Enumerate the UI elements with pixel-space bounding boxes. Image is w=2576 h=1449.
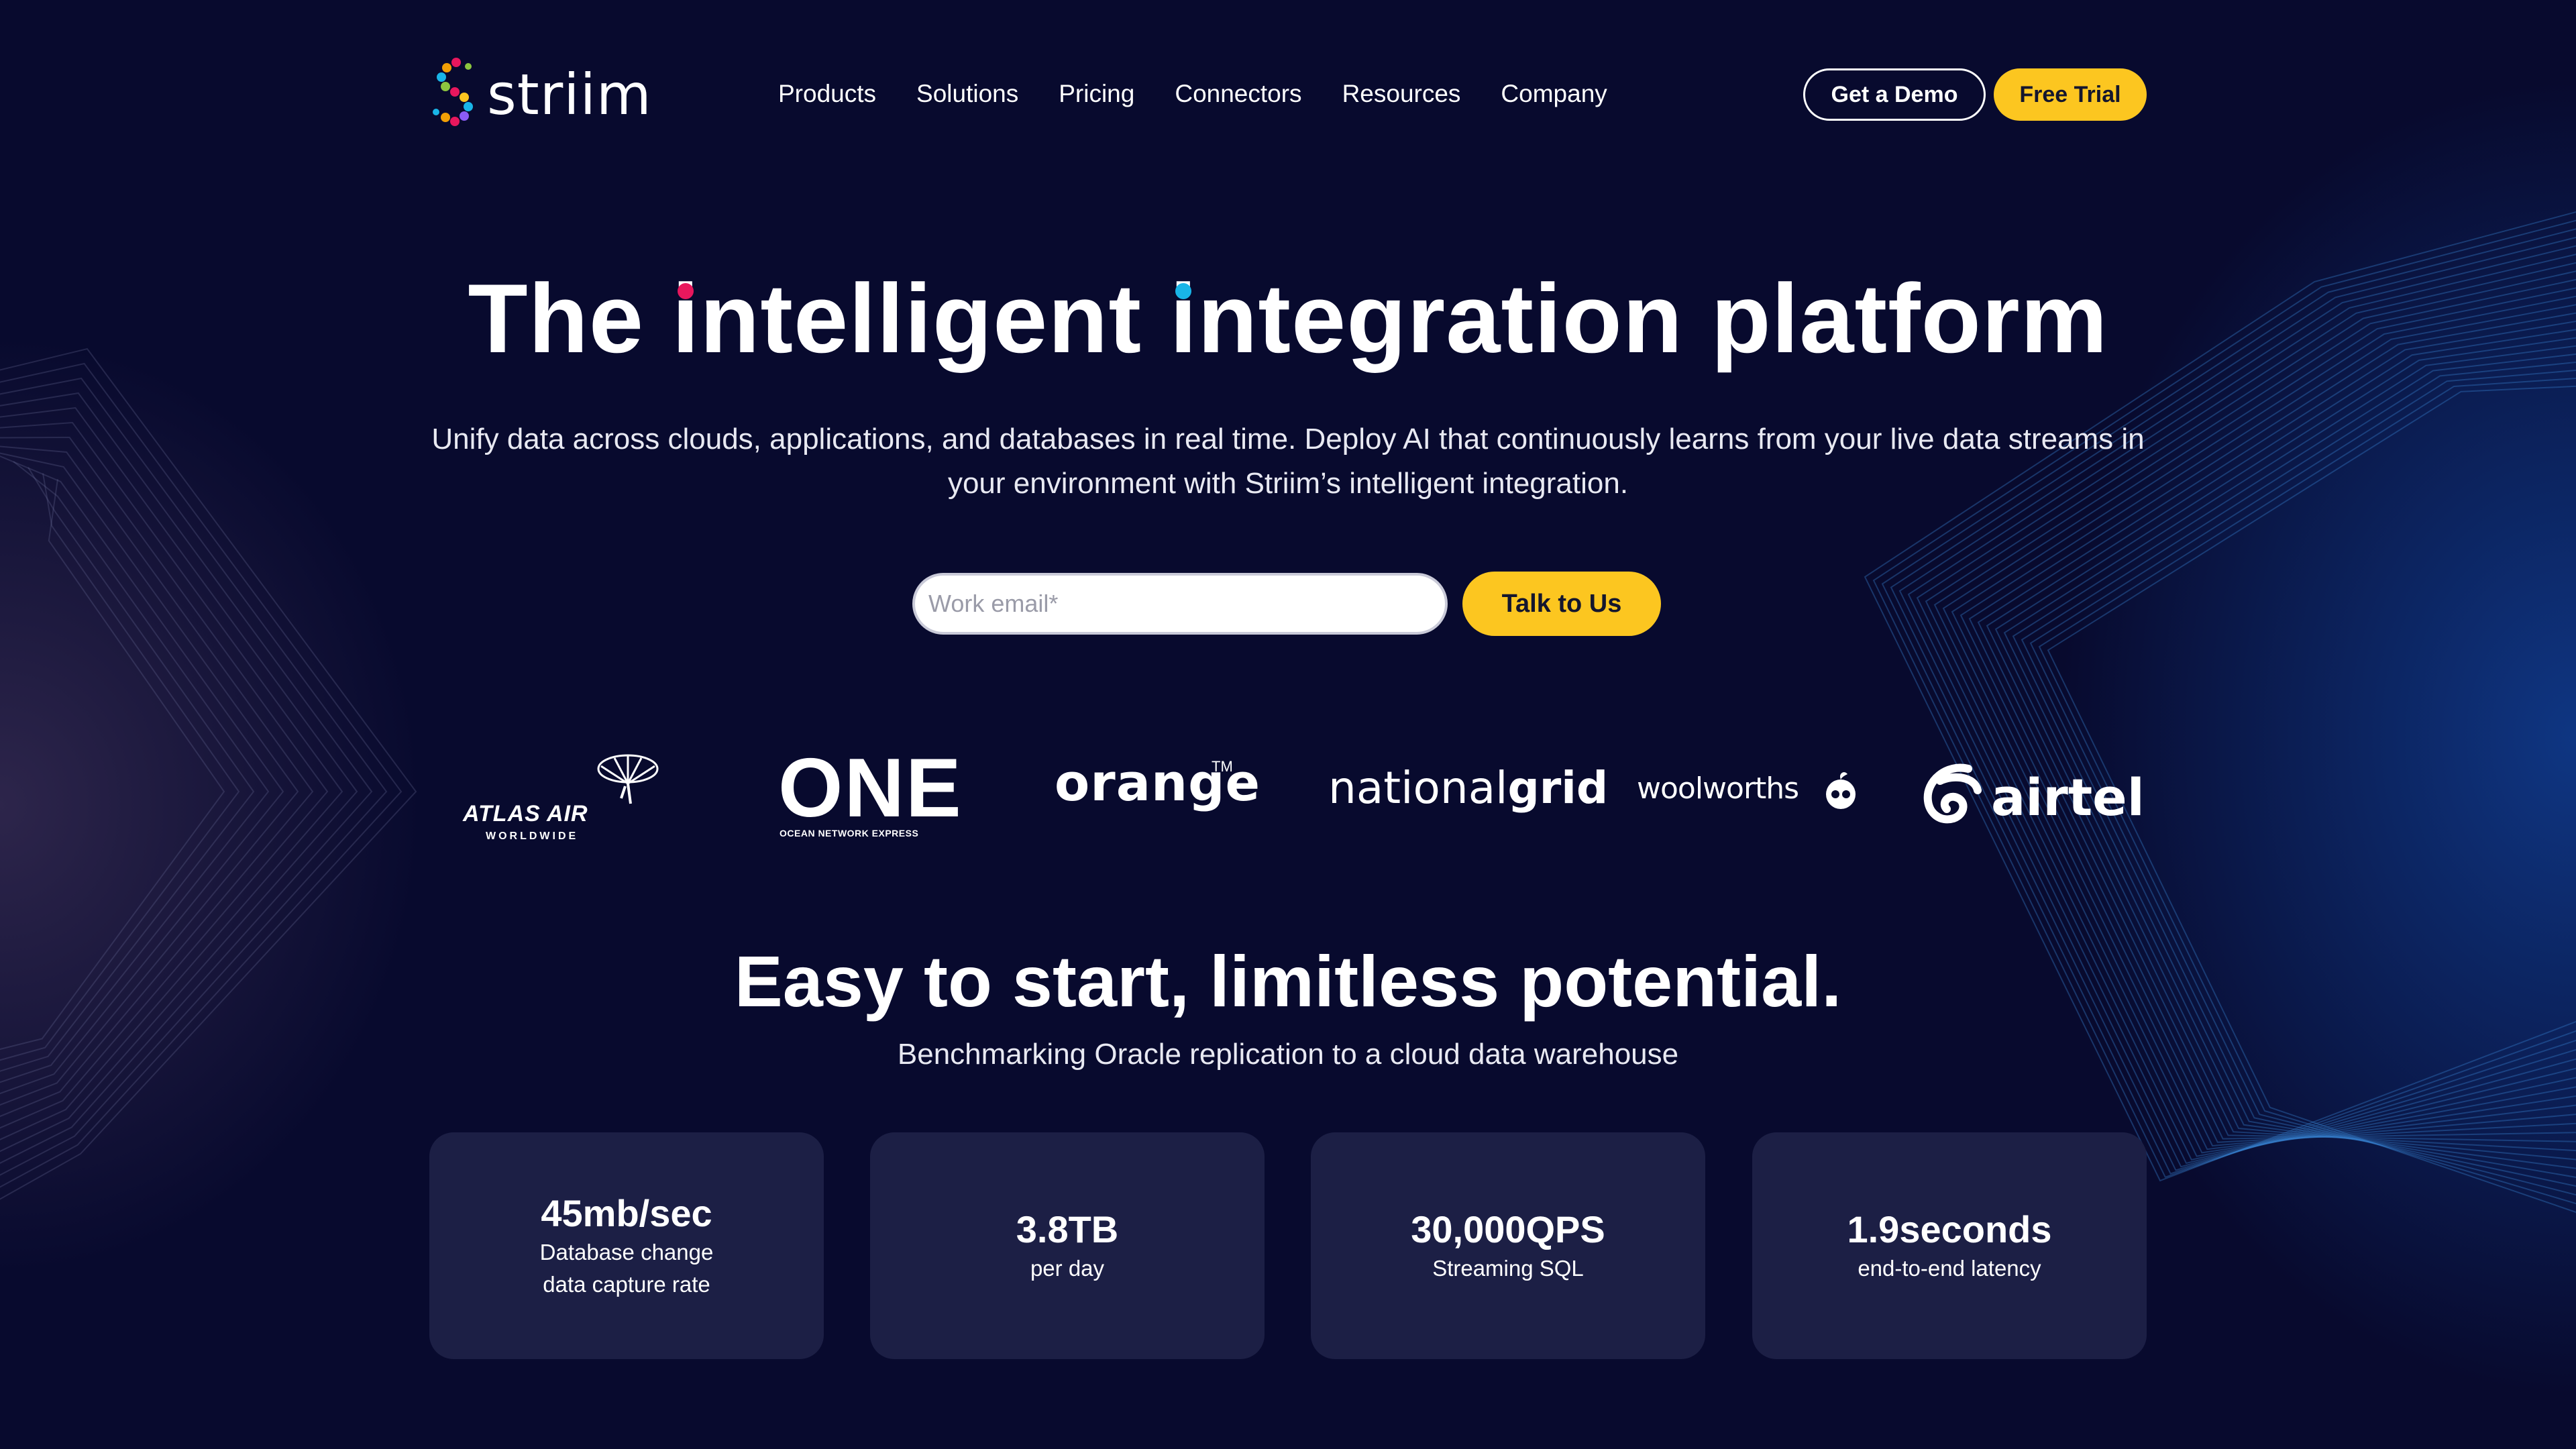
stat-label: Database change data capture rate — [539, 1240, 714, 1297]
customer-logos: ATLAS AIR WORLDWIDE ONE OCEAN NETWORK EX… — [429, 731, 2147, 852]
hero-title-letter: i — [672, 264, 700, 373]
hero-title-part: The — [468, 264, 672, 373]
one-logo: ONE OCEAN NETWORK EXPRESS — [778, 747, 961, 839]
top-navigation: striim Products Solutions Pricing Connec… — [429, 47, 2147, 141]
woolworths-logo: woolworths — [1637, 771, 1799, 806]
nav-pricing[interactable]: Pricing — [1059, 76, 1134, 111]
stat-label: end-to-end latency — [1858, 1256, 2041, 1281]
woolworths-leaf-icon — [1826, 772, 1856, 809]
atlas-air-logo: ATLAS AIR WORLDWIDE — [463, 751, 664, 842]
hero-title-dotted-i: i — [672, 262, 700, 376]
atlas-air-sub: WORLDWIDE — [486, 830, 579, 842]
stat-label: per day — [1030, 1256, 1105, 1281]
stat-value: 30,000QPS — [1411, 1208, 1605, 1250]
nav-connectors[interactable]: Connectors — [1175, 76, 1301, 111]
hero-subtitle: Unify data across clouds, applications, … — [431, 423, 2145, 500]
hero-title: The i ntelligent i ntegration platform — [0, 262, 2576, 376]
stat-card: 1.9seconds end-to-end latency — [1752, 1132, 2147, 1359]
section-subtitle: Benchmarking Oracle replication to a clo… — [897, 1038, 1679, 1071]
hero-title-letter: i — [1169, 264, 1198, 373]
stat-card: 45mb/sec Database change data capture ra… — [429, 1132, 824, 1359]
nav-solutions[interactable]: Solutions — [916, 76, 1018, 111]
nav-products[interactable]: Products — [778, 76, 876, 111]
work-email-input[interactable] — [912, 573, 1448, 635]
one-sub: OCEAN NETWORK EXPRESS — [780, 828, 919, 839]
stat-value: 3.8TB — [1016, 1208, 1119, 1250]
airtel-swirl-icon — [1923, 763, 1982, 824]
talk-to-us-button[interactable]: Talk to Us — [1462, 572, 1661, 636]
stat-label: Streaming SQL — [1432, 1256, 1584, 1281]
free-trial-button[interactable]: Free Trial — [1994, 68, 2147, 121]
stat-value: 1.9seconds — [1847, 1208, 2052, 1250]
nav-resources[interactable]: Resources — [1342, 76, 1461, 111]
airtel-logo: airtel — [1991, 767, 2145, 827]
stat-value: 45mb/sec — [541, 1192, 712, 1234]
nav-links: Products Solutions Pricing Connectors Re… — [778, 76, 1648, 111]
get-a-demo-button[interactable]: Get a Demo — [1803, 68, 1986, 121]
stat-card: 3.8TB per day — [870, 1132, 1265, 1359]
striim-logo[interactable]: striim — [429, 51, 652, 138]
atlas-air-name: ATLAS AIR — [463, 801, 588, 826]
page: striim Products Solutions Pricing Connec… — [0, 0, 2576, 1449]
hero-title-part: ntegration platform — [1197, 264, 2108, 373]
orange-trademark: TM — [1212, 758, 1233, 775]
nationalgrid-part2: grid — [1507, 762, 1609, 814]
signup-form: Talk to Us — [912, 572, 1661, 636]
section-title: Easy to start, limitless potential. — [734, 941, 1842, 1022]
nationalgrid-part1: national — [1328, 762, 1508, 814]
atlas-globe-icon — [597, 754, 659, 804]
striim-logo-text: striim — [487, 62, 652, 127]
one-name: ONE — [778, 742, 963, 835]
nationalgrid-logo: nationalgrid — [1328, 762, 1608, 814]
stat-card: 30,000QPS Streaming SQL — [1311, 1132, 1705, 1359]
hero-title-dotted-i: i — [1170, 262, 1198, 376]
striim-logo-icon — [433, 58, 473, 126]
stats-cards: 45mb/sec Database change data capture ra… — [429, 1132, 2147, 1359]
hero-title-part: ntelligent — [700, 264, 1170, 373]
nav-company[interactable]: Company — [1501, 76, 1607, 111]
